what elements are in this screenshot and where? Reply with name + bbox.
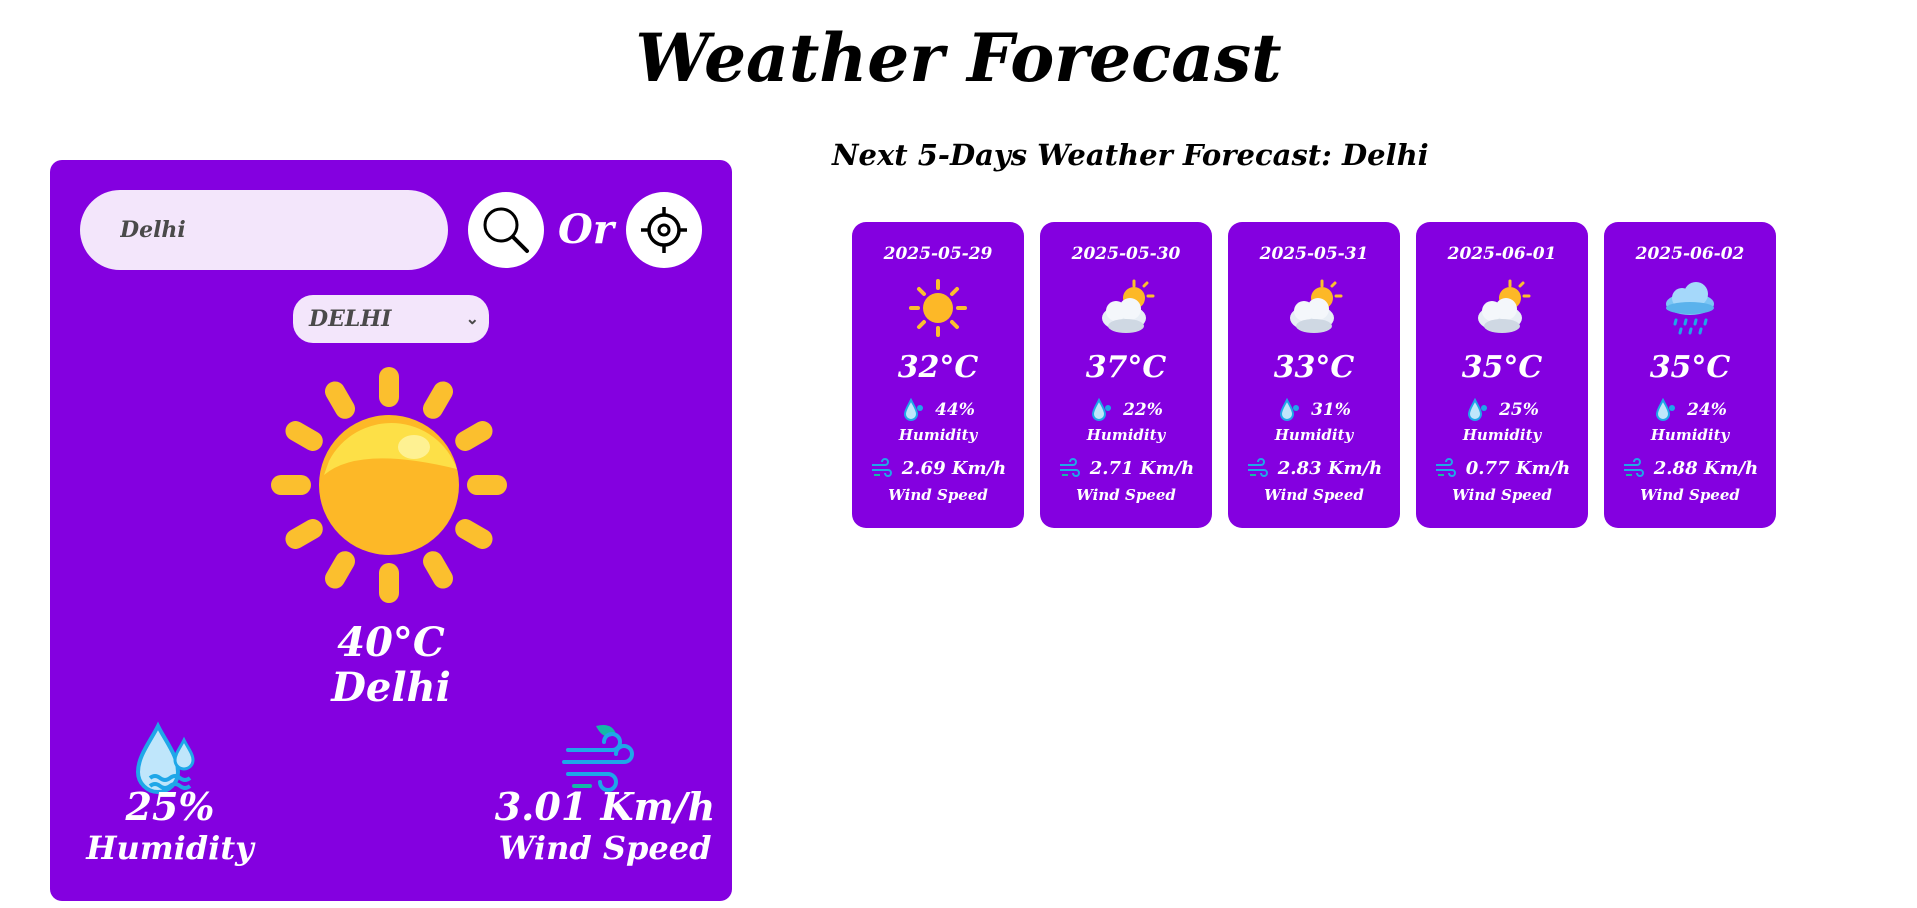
forecast-date: 2025-06-02 [1635,244,1745,264]
wind-icon [1435,458,1456,477]
forecast-temperature: 33°C [1273,350,1355,385]
humidity-icon [1280,398,1300,421]
forecast-wind-speed: 0.77 Km/h [1465,457,1571,479]
forecast-temperature: 35°C [1649,350,1731,385]
partly-cloudy-icon [1478,279,1531,333]
forecast-day-card: 2025-05-29 32°C 44% Humidity 2.69 Km/h W… [852,222,1024,528]
wind-speed-label: Wind Speed [498,829,712,867]
forecast-heading: Next 5-Days Weather Forecast: Delhi [832,138,1429,172]
city-select[interactable]: DELHI ⌄ [293,295,489,343]
forecast-humidity: 44% [935,400,975,420]
forecast-humidity: 25% [1499,400,1539,420]
forecast-date: 2025-06-01 [1447,244,1557,264]
forecast-temperature: 35°C [1461,350,1543,385]
sun-icon [909,279,967,337]
forecast-humidity: 22% [1123,400,1163,420]
search-icon [483,207,529,253]
forecast-date: 2025-05-29 [883,244,993,264]
forecast-wind-label: Wind Speed [1264,486,1364,504]
forecast-day-card: 2025-06-02 35°C 24% Humidity 2.88 Km/h W… [1604,222,1776,528]
humidity-label: Humidity [86,829,254,867]
sun-icon [271,367,507,603]
city-select-value: DELHI [309,306,392,332]
forecast-temperature: 37°C [1085,350,1167,385]
forecast-wind-speed: 2.71 Km/h [1089,457,1195,479]
current-temperature: 40°C [337,619,445,666]
city-search-input[interactable] [80,190,448,270]
forecast-date: 2025-05-30 [1071,244,1181,264]
current-weather-card: Or DELHI ⌄ [50,160,732,901]
current-city: Delhi [331,664,451,711]
forecast-humidity-label: Humidity [1274,426,1354,444]
humidity-icon [1656,398,1676,421]
forecast-day-card: 2025-06-01 35°C 25% Humidity 0.77 Km/h W… [1416,222,1588,528]
forecast-wind-speed: 2.69 Km/h [901,457,1007,479]
rain-cloud-icon [1666,282,1714,335]
forecast-wind-speed: 2.83 Km/h [1277,457,1383,479]
partly-cloudy-icon [1290,279,1343,333]
wind-speed-value: 3.01 Km/h [494,784,716,829]
forecast-wind-label: Wind Speed [1452,486,1552,504]
page-title: Weather Forecast [635,19,1282,97]
forecast-wind-speed: 2.88 Km/h [1653,457,1759,479]
forecast-day-card: 2025-05-31 33°C 31% Humidity 2.83 Km/h W… [1228,222,1400,528]
forecast-humidity-label: Humidity [1086,426,1166,444]
forecast-wind-label: Wind Speed [1640,486,1740,504]
forecast-humidity-label: Humidity [1650,426,1730,444]
forecast-list: 2025-05-29 32°C 44% Humidity 2.69 Km/h W… [852,222,1776,528]
wind-icon [1623,458,1644,477]
crosshair-icon [641,207,687,253]
forecast-humidity-label: Humidity [1462,426,1542,444]
humidity-value: 25% [125,784,215,829]
forecast-temperature: 32°C [897,350,979,385]
wind-icon [1059,458,1080,477]
forecast-wind-label: Wind Speed [1076,486,1176,504]
or-label: Or [558,206,614,253]
humidity-icon [1468,398,1488,421]
humidity-icon [904,398,924,421]
search-button[interactable] [468,192,544,268]
wind-icon [1247,458,1268,477]
forecast-date: 2025-05-31 [1259,244,1369,264]
partly-cloudy-icon [1102,279,1155,333]
current-location-button[interactable] [626,192,702,268]
wind-icon [871,458,892,477]
forecast-humidity-label: Humidity [898,426,978,444]
forecast-day-card: 2025-05-30 37°C 22% Humidity 2.71 Km/h W… [1040,222,1212,528]
forecast-humidity: 31% [1311,400,1351,420]
forecast-humidity: 24% [1687,400,1727,420]
chevron-down-icon: ⌄ [465,309,479,328]
forecast-wind-label: Wind Speed [888,486,988,504]
humidity-icon [1092,398,1112,421]
